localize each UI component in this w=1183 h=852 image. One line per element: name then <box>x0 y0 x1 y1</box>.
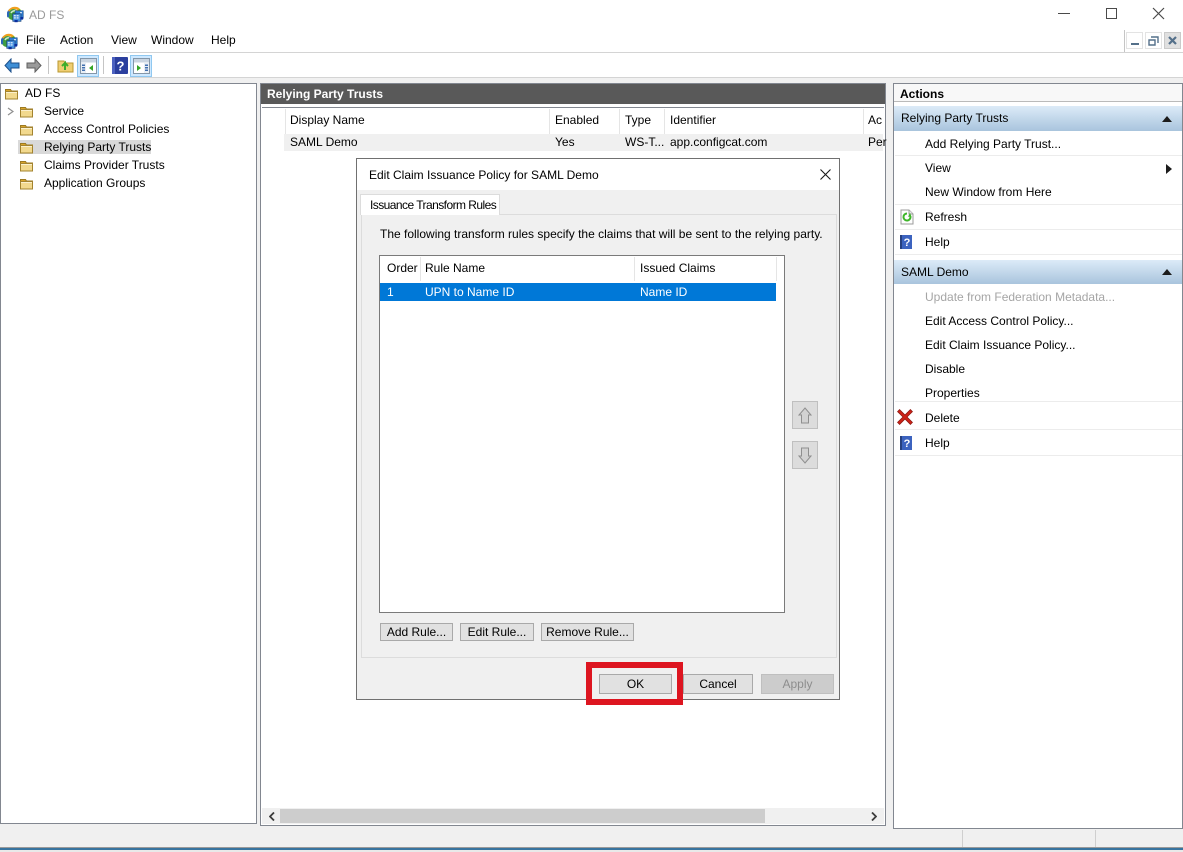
svg-text:?: ? <box>904 438 911 450</box>
svg-text:?: ? <box>904 237 911 249</box>
svg-text:?: ? <box>117 59 125 74</box>
